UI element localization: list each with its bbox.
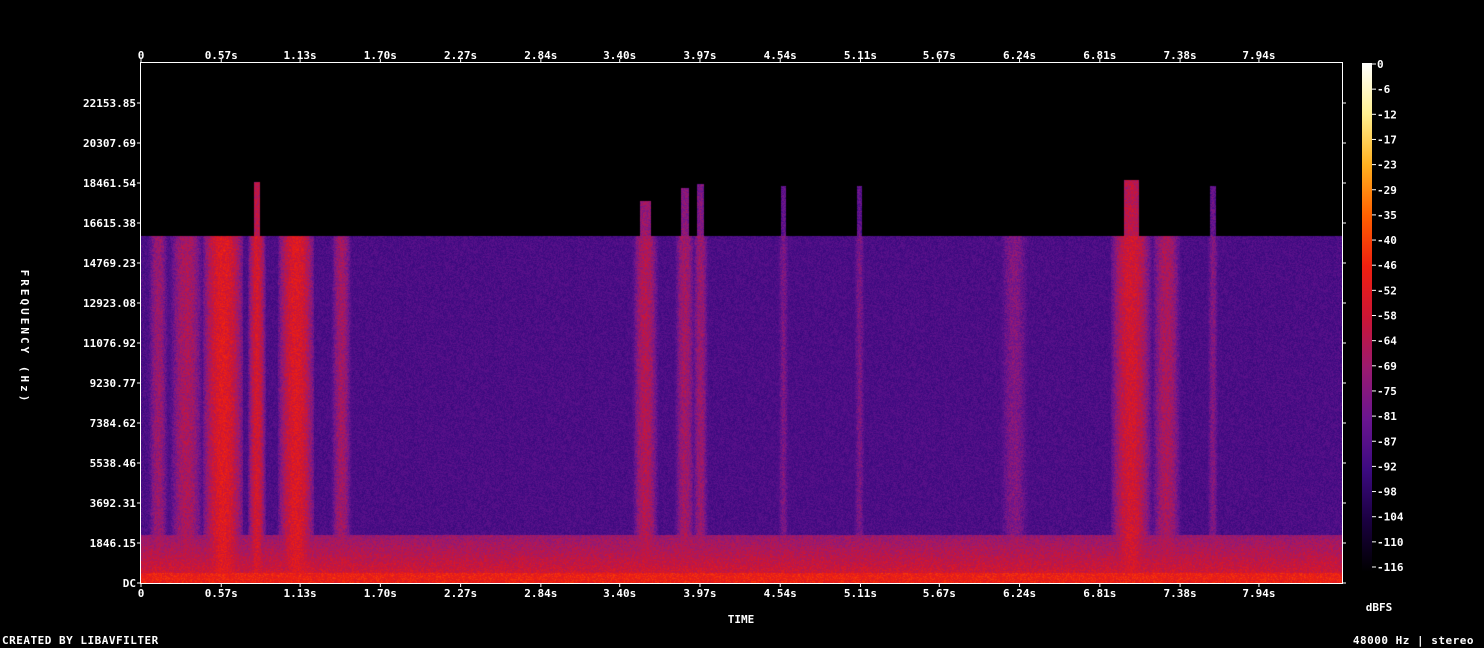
x-tick-label-bottom: 1.70s xyxy=(364,587,397,600)
colorbar-tick-label: -40 xyxy=(1377,234,1397,247)
x-tick-label-bottom: 0.57s xyxy=(205,587,238,600)
x-tick-label-top: 4.54s xyxy=(764,49,797,62)
colorbar-tick-label: -29 xyxy=(1377,184,1397,197)
colorbar-tick-label: -46 xyxy=(1377,259,1397,272)
y-axis-label: FREQUENCY (Hz) xyxy=(18,270,31,405)
y-tick-label: 9230.77 xyxy=(90,377,136,390)
x-tick-label-top: 1.13s xyxy=(284,49,317,62)
x-axis-label: TIME xyxy=(728,613,755,626)
y-tick-label: 7384.62 xyxy=(90,417,136,430)
x-tick-label-bottom: 1.13s xyxy=(284,587,317,600)
colorbar-tick-label: -81 xyxy=(1377,410,1397,423)
colorbar-unit-label: dBFS xyxy=(1366,601,1393,614)
colorbar-tick-label: -23 xyxy=(1377,159,1397,172)
x-tick-label-bottom: 7.38s xyxy=(1164,587,1197,600)
y-tick-label: 16615.38 xyxy=(83,217,136,230)
x-tick-label-bottom: 6.81s xyxy=(1083,587,1116,600)
colorbar-tick-label: -58 xyxy=(1377,310,1397,323)
x-tick-label-top: 5.11s xyxy=(844,49,877,62)
colorbar-tick-label: -35 xyxy=(1377,209,1397,222)
colorbar-tick-label: -104 xyxy=(1377,511,1404,524)
y-tick-label: 1846.15 xyxy=(90,537,136,550)
x-tick-label-bottom: 2.84s xyxy=(524,587,557,600)
x-tick-label-bottom: 7.94s xyxy=(1242,587,1275,600)
colorbar-tick-label: 0 xyxy=(1377,58,1384,71)
x-tick-label-top: 6.24s xyxy=(1003,49,1036,62)
x-tick-label-top: 3.40s xyxy=(603,49,636,62)
y-tick-label: 18461.54 xyxy=(83,177,136,190)
x-tick-label-top: 1.70s xyxy=(364,49,397,62)
colorbar-tick-label: -110 xyxy=(1377,536,1404,549)
colorbar-tick-label: -64 xyxy=(1377,335,1397,348)
colorbar-tick-label: -116 xyxy=(1377,561,1404,574)
colorbar-tick-label: -69 xyxy=(1377,360,1397,373)
colorbar-tick-label: -75 xyxy=(1377,385,1397,398)
x-tick-label-bottom: 5.67s xyxy=(923,587,956,600)
x-tick-label-bottom: 2.27s xyxy=(444,587,477,600)
spectrogram-heatmap xyxy=(141,63,1342,583)
x-tick-label-top: 3.97s xyxy=(683,49,716,62)
spectrogram-plot-area xyxy=(141,63,1342,583)
colorbar-tick-label: -98 xyxy=(1377,486,1397,499)
y-tick-label: 12923.08 xyxy=(83,297,136,310)
colorbar-tick-label: -87 xyxy=(1377,435,1397,448)
y-tick-label: 3692.31 xyxy=(90,497,137,510)
colorbar-tick-label: -92 xyxy=(1377,460,1397,473)
x-tick-label-top: 6.81s xyxy=(1083,49,1116,62)
colorbar-tick-label: -12 xyxy=(1377,108,1397,121)
y-tick-label: DC xyxy=(123,577,136,590)
x-tick-label-top: 0.57s xyxy=(205,49,238,62)
x-tick-label-top: 0 xyxy=(138,49,145,62)
x-tick-label-top: 7.94s xyxy=(1242,49,1275,62)
y-tick-label: 20307.69 xyxy=(83,137,136,150)
x-tick-label-bottom: 5.11s xyxy=(844,587,877,600)
x-tick-label-bottom: 3.40s xyxy=(603,587,636,600)
colorbar-tick-label: -52 xyxy=(1377,284,1397,297)
colorbar-tick-label: -6 xyxy=(1377,83,1391,96)
y-tick-label: 11076.92 xyxy=(83,337,136,350)
x-tick-label-bottom: 0 xyxy=(138,587,145,600)
x-tick-label-top: 7.38s xyxy=(1164,49,1197,62)
x-tick-label-bottom: 3.97s xyxy=(683,587,716,600)
x-tick-label-top: 2.27s xyxy=(444,49,477,62)
spectrogram-figure: 0 0 0.57s 0.57s 1.13s 1.13s 1.70s 1.70s 2.27s 2.2… xyxy=(0,0,1484,648)
colorbar-tick-label: -17 xyxy=(1377,133,1397,146)
x-tick-label-bottom: 6.24s xyxy=(1003,587,1036,600)
y-tick-label: 22153.85 xyxy=(83,97,136,110)
x-tick-label-bottom: 4.54s xyxy=(764,587,797,600)
y-tick-label: 5538.46 xyxy=(90,457,137,470)
colorbar-gradient xyxy=(1362,63,1372,572)
x-tick-label-top: 2.84s xyxy=(524,49,557,62)
footer-sample-info: 48000 Hz | stereo xyxy=(1352,634,1474,647)
x-tick-label-top: 5.67s xyxy=(923,49,956,62)
y-tick-label: 14769.23 xyxy=(83,257,136,270)
footer-credit: CREATED BY LIBAVFILTER xyxy=(2,634,159,647)
